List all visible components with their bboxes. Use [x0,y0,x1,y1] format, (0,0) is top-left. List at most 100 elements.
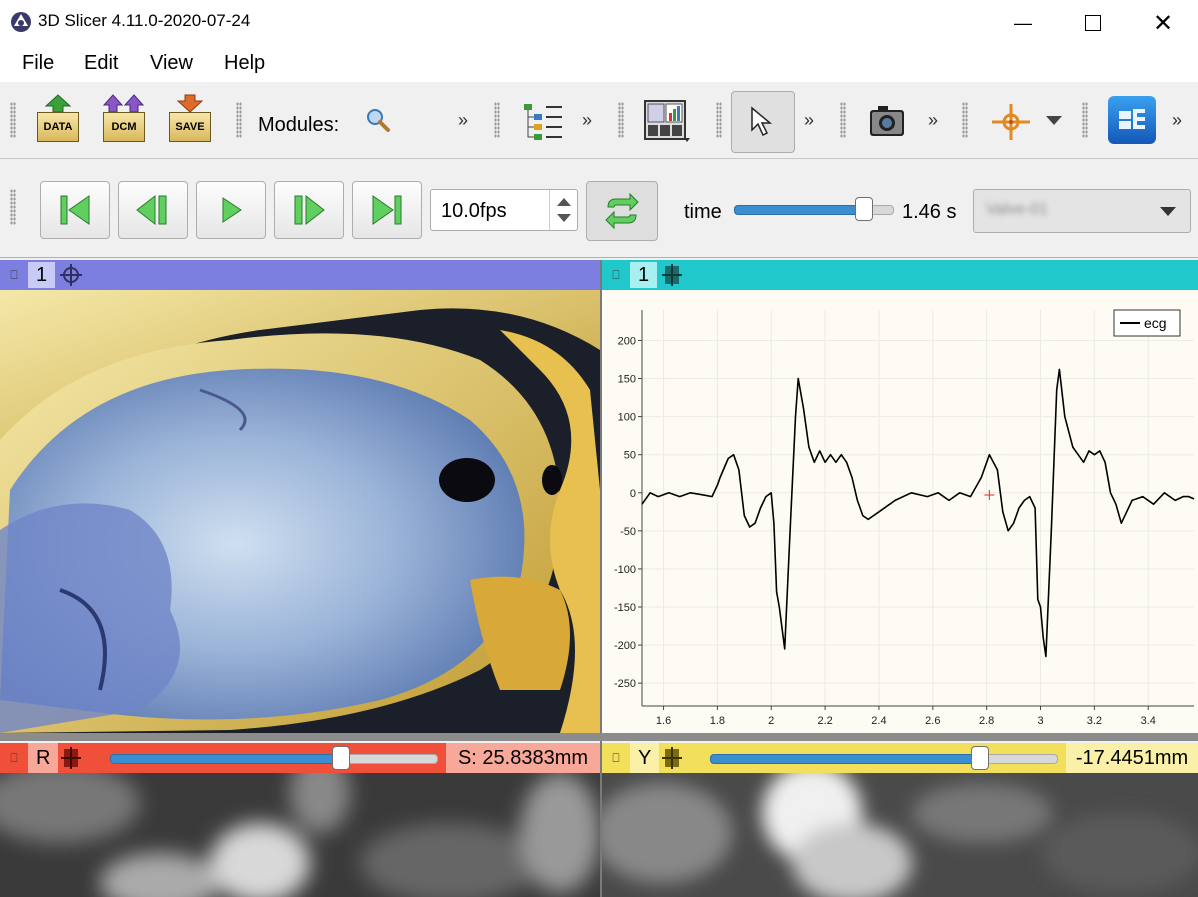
arrow-down-icon [176,94,204,112]
extensions-button[interactable] [1108,96,1156,144]
threed-view-header: ⎕ 1 [0,260,600,290]
load-data-button[interactable]: DATA [34,94,82,146]
toolbar-grip[interactable] [494,102,500,138]
time-cursor-marker [984,490,995,501]
step-forward-icon [294,194,325,226]
close-icon[interactable]: ✕ [1128,0,1198,46]
dicom-arrows-icon [103,94,145,112]
toolbar-grip[interactable] [840,102,846,138]
crosshair-icon[interactable] [990,102,1032,142]
toolbar-grip[interactable] [716,102,722,138]
x-tick-label: 1.6 [656,715,671,727]
yellow-slice-label: Y [630,743,660,773]
menu-file[interactable]: File [22,52,54,75]
slice-controls-icon[interactable] [58,745,84,771]
threed-view-label: 1 [28,262,56,288]
screenshot-camera-icon[interactable] [868,104,906,138]
x-tick-label: 3.2 [1087,715,1102,727]
pointer-icon [751,106,773,137]
y-tick-label: 150 [618,374,636,386]
chevron-down-icon[interactable] [1160,207,1176,216]
x-tick-label: 2.4 [871,715,886,727]
yellow-slice-offset-slider[interactable] [710,746,1058,770]
ecg-chart: 200 150 100 50 0 -50 -100 -150 -200 -250 1.6 1.8 2 2.… [614,309,1195,727]
red-slice-view[interactable] [0,773,600,897]
more-chevron[interactable]: » [582,110,592,131]
data-tree-icon[interactable] [520,102,564,142]
view-controls-icon[interactable] [659,262,685,288]
extensions-puzzle-icon [1119,109,1145,129]
pin-icon[interactable]: ⎕ [0,260,28,290]
pin-icon[interactable]: ⎕ [602,260,630,290]
toolbar-grip[interactable] [962,102,968,138]
sequence-browser-select[interactable]: Valve-01 [973,189,1191,233]
toolbar-grip[interactable] [236,102,242,138]
more-chevron[interactable]: » [804,110,814,131]
menu-edit[interactable]: Edit [84,52,118,75]
minimize-icon[interactable]: — [988,0,1058,46]
slice-controls-icon[interactable] [659,745,685,771]
toolbar-grip[interactable] [1082,102,1088,138]
skip-last-icon [372,195,402,225]
toolbar-grip[interactable] [10,189,16,225]
red-slice-offset-slider[interactable] [110,746,438,770]
y-tick-label: 0 [630,488,636,500]
red-slice-header: ⎕ R S: 25.8383mm [0,743,600,773]
plot-view-header: ⎕ 1 [602,260,1198,290]
time-slider-handle[interactable] [855,197,873,221]
crosshair-dropdown-icon[interactable] [1046,116,1062,125]
previous-frame-button[interactable] [118,181,188,239]
yellow-slider-handle[interactable] [971,746,989,770]
heart-valve-rendering [0,290,600,733]
save-label: SAVE [169,112,211,142]
load-dicom-button[interactable]: DCM [100,94,148,146]
pin-icon[interactable]: ⎕ [0,743,28,773]
y-tick-label: -100 [614,564,636,576]
threed-render-view[interactable] [0,290,600,733]
search-icon[interactable] [364,106,392,134]
data-label: DATA [37,112,79,142]
yellow-slice-offset-value: -17.4451mm [1066,743,1198,773]
modules-label: Modules: [258,114,340,136]
ecg-series-line [641,368,1195,658]
red-slider-handle[interactable] [332,746,350,770]
red-slice-label: R [28,743,59,773]
spin-down-icon[interactable] [557,214,571,222]
toolbar-grip[interactable] [618,102,624,138]
loop-toggle-button[interactable] [586,181,658,241]
view-controls-icon[interactable] [57,261,85,289]
fps-spinbox[interactable]: 10.0fps [430,189,578,231]
more-chevron[interactable]: » [928,110,938,131]
menu-view[interactable]: View [150,52,193,75]
x-tick-label: 2.6 [925,715,940,727]
time-slider[interactable] [734,197,894,221]
save-button[interactable]: SAVE [166,94,214,146]
sequence-browser-toolbar: 10.0fps time 1.46 s Valve-01 [0,159,1198,258]
dcm-label: DCM [103,112,145,142]
last-frame-button[interactable] [352,181,422,239]
select-mode-button[interactable] [731,91,795,153]
plot-view-label: 1 [630,262,658,288]
spin-up-icon[interactable] [557,198,571,206]
slice-divider [600,773,602,897]
play-button[interactable] [196,181,266,239]
x-tick-label: 3 [1037,715,1043,727]
layout-icon[interactable] [644,100,692,146]
first-frame-button[interactable] [40,181,110,239]
skip-first-icon [60,195,90,225]
y-tick-label: -200 [614,640,636,652]
maximize-icon[interactable] [1058,0,1128,46]
plot-view[interactable]: 200 150 100 50 0 -50 -100 -150 -200 -250 1.6 1.8 2 2.… [602,290,1198,733]
more-chevron[interactable]: » [1172,110,1182,131]
y-tick-label: 100 [618,412,636,424]
pin-icon[interactable]: ⎕ [602,743,630,773]
menu-help[interactable]: Help [224,52,265,75]
y-tick-label: 200 [618,335,636,347]
window-title: 3D Slicer 4.11.0-2020-07-24 [38,11,251,30]
toolbar-grip[interactable] [10,102,16,138]
title-bar: 3D Slicer 4.11.0-2020-07-24 — ✕ [0,0,1198,46]
next-frame-button[interactable] [274,181,344,239]
yellow-slice-view[interactable] [602,773,1198,897]
view-splitter-horizontal[interactable] [0,733,1198,741]
more-modules-chevron[interactable]: » [458,110,468,131]
